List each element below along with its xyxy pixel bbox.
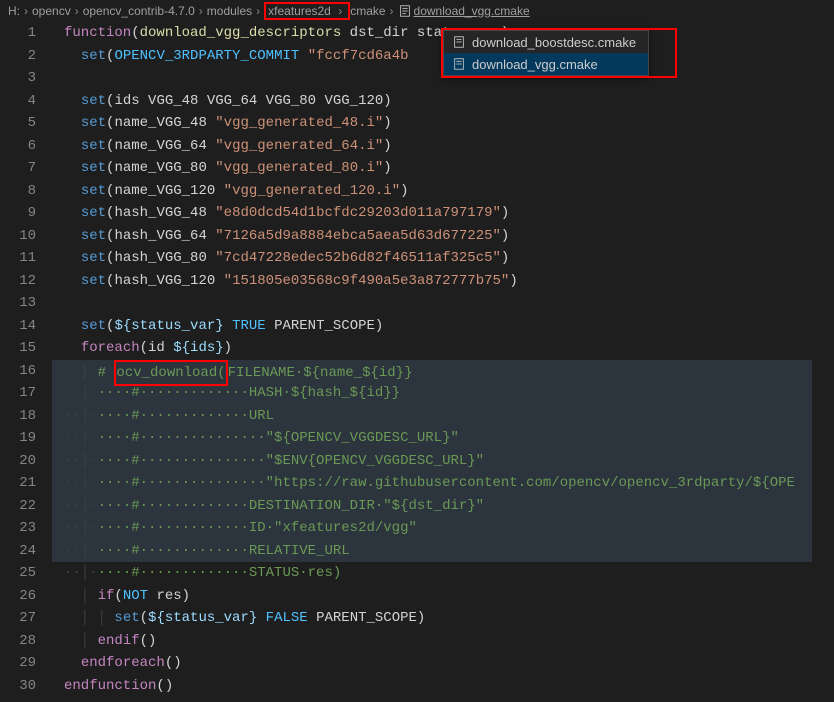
breadcrumb-folder[interactable]: opencv_contrib-4.7.0: [83, 4, 195, 18]
code-line[interactable]: ··│·····#···············"$ENV{OPENCV_VGG…: [52, 450, 834, 473]
chevron-right-icon: ›: [75, 4, 79, 18]
file-icon: [452, 35, 466, 49]
line-number: 28: [0, 630, 36, 653]
line-number: 23: [0, 517, 36, 540]
line-number: 17: [0, 382, 36, 405]
line-number: 3: [0, 67, 36, 90]
breadcrumb-dropdown: download_boostdesc.cmake download_vgg.cm…: [443, 30, 649, 76]
code-line[interactable]: [52, 292, 834, 315]
breadcrumb-folder[interactable]: opencv: [32, 4, 71, 18]
code-line[interactable]: │ if(NOT res): [52, 585, 834, 608]
code-line[interactable]: set(hash_VGG_64 "7126a5d9a8884ebca5aea5d…: [52, 225, 834, 248]
line-number: 13: [0, 292, 36, 315]
code-line[interactable]: ··│·····#·············URL: [52, 405, 834, 428]
code-line[interactable]: ··│·····#·············RELATIVE_URL: [52, 540, 834, 563]
line-number: 30: [0, 675, 36, 698]
editor-container: 1 2 3 4 5 6 7 8 9 10 11 12 13 14 15 16 1…: [0, 22, 834, 702]
code-line[interactable]: set(hash_VGG_80 "7cd47228edec52b6d82f465…: [52, 247, 834, 270]
line-number: 8: [0, 180, 36, 203]
code-line[interactable]: ··│·····#···············"https://raw.git…: [52, 472, 834, 495]
line-number: 11: [0, 247, 36, 270]
code-line[interactable]: │ # ocv_download(FILENAME·${name_${id}}: [52, 360, 834, 383]
line-number: 9: [0, 202, 36, 225]
line-number: 4: [0, 90, 36, 113]
line-number: 7: [0, 157, 36, 180]
code-line[interactable]: set(hash_VGG_48 "e8d0dcd54d1bcfdc29203d0…: [52, 202, 834, 225]
code-line[interactable]: set(name_VGG_48 "vgg_generated_48.i"): [52, 112, 834, 135]
line-number: 19: [0, 427, 36, 450]
line-number: 26: [0, 585, 36, 608]
file-icon: [452, 57, 466, 71]
code-line[interactable]: │ endif(): [52, 630, 834, 653]
line-number: 18: [0, 405, 36, 428]
line-number: 6: [0, 135, 36, 158]
code-line[interactable]: ··│·····#·············HASH·${hash_${id}}: [52, 382, 834, 405]
line-number: 29: [0, 652, 36, 675]
breadcrumb-folder[interactable]: xfeatures2d: [268, 4, 331, 18]
code-line[interactable]: ··│·····#···············"${OPENCV_VGGDES…: [52, 427, 834, 450]
line-number: 12: [0, 270, 36, 293]
code-line[interactable]: ··│·····#·············ID·"xfeatures2d/vg…: [52, 517, 834, 540]
code-line[interactable]: set(name_VGG_80 "vgg_generated_80.i"): [52, 157, 834, 180]
code-editor-area[interactable]: function(download_vgg_descriptors dst_di…: [52, 22, 834, 702]
line-number: 5: [0, 112, 36, 135]
dropdown-item-label: download_boostdesc.cmake: [472, 35, 636, 50]
line-number: 24: [0, 540, 36, 563]
chevron-right-icon: ›: [390, 4, 394, 18]
code-line[interactable]: set(ids VGG_48 VGG_64 VGG_80 VGG_120): [52, 90, 834, 113]
breadcrumb-folder[interactable]: cmake: [350, 4, 385, 18]
line-number: 1: [0, 22, 36, 45]
code-line[interactable]: endforeach(): [52, 652, 834, 675]
code-line[interactable]: foreach(id ${ids}): [52, 337, 834, 360]
line-number: 10: [0, 225, 36, 248]
code-line[interactable]: set(hash_VGG_120 "151805e03568c9f490a5e3…: [52, 270, 834, 293]
code-line[interactable]: endfunction(): [52, 675, 834, 698]
chevron-right-icon: ›: [256, 4, 260, 18]
code-line[interactable]: set(${status_var} TRUE PARENT_SCOPE): [52, 315, 834, 338]
line-number: 14: [0, 315, 36, 338]
code-line[interactable]: ··│·····#·············STATUS·res): [52, 562, 834, 585]
line-number: 16: [0, 360, 36, 383]
chevron-right-icon: ›: [338, 4, 342, 18]
line-number: 22: [0, 495, 36, 518]
breadcrumb-bar: H: › opencv › opencv_contrib-4.7.0 › mod…: [0, 0, 834, 22]
line-number: 15: [0, 337, 36, 360]
line-number-gutter: 1 2 3 4 5 6 7 8 9 10 11 12 13 14 15 16 1…: [0, 22, 52, 702]
line-number: 21: [0, 472, 36, 495]
file-icon: [398, 4, 412, 19]
breadcrumb-drive[interactable]: H:: [8, 4, 20, 18]
code-line[interactable]: set(name_VGG_120 "vgg_generated_120.i"): [52, 180, 834, 203]
dropdown-item-selected[interactable]: download_vgg.cmake: [444, 53, 648, 75]
chevron-right-icon: ›: [199, 4, 203, 18]
code-line[interactable]: set(name_VGG_64 "vgg_generated_64.i"): [52, 135, 834, 158]
chevron-right-icon: ›: [24, 4, 28, 18]
dropdown-item-label: download_vgg.cmake: [472, 57, 598, 72]
line-number: 25: [0, 562, 36, 585]
breadcrumb-file[interactable]: download_vgg.cmake: [398, 4, 530, 19]
code-line[interactable]: │ │ set(${status_var} FALSE PARENT_SCOPE…: [52, 607, 834, 630]
line-number: 27: [0, 607, 36, 630]
line-number: 20: [0, 450, 36, 473]
breadcrumb-folder[interactable]: modules: [207, 4, 252, 18]
dropdown-item[interactable]: download_boostdesc.cmake: [444, 31, 648, 53]
line-number: 2: [0, 45, 36, 68]
code-line[interactable]: ··│·····#·············DESTINATION_DIR·"$…: [52, 495, 834, 518]
